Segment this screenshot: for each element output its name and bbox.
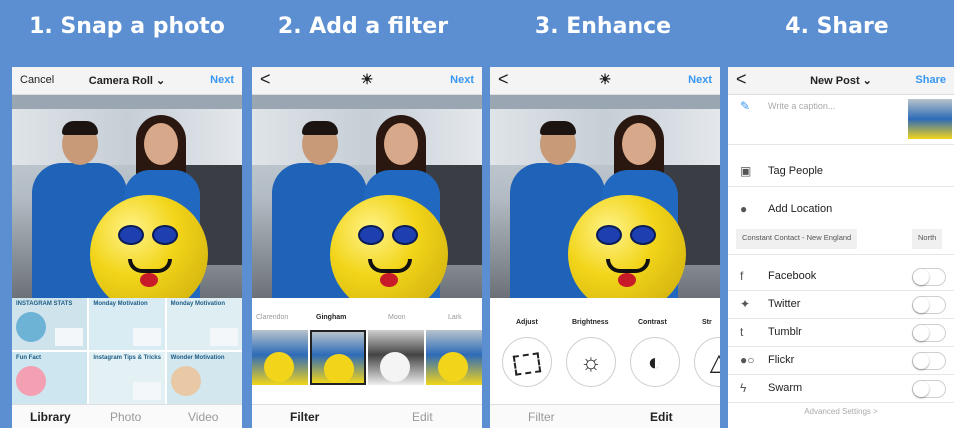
step-title-2: 2. Add a filter [277,14,449,39]
filter-thumbnail[interactable] [426,330,482,385]
tumblr-icon: t [740,325,744,339]
sun-icon: ☼ [580,349,602,376]
filter-name[interactable]: Clarendon [256,314,288,321]
twitter-label: Twitter [768,298,801,310]
share-tumblr-row: t Tumblr [728,319,954,347]
filter-thumbnail[interactable] [368,330,424,385]
facebook-label: Facebook [768,270,817,282]
tab-video[interactable]: Video [188,410,218,424]
filter-name[interactable]: Lark [448,314,462,321]
share-flickr-row: ●○ Flickr [728,347,954,375]
tab-filter[interactable]: Filter [528,410,555,424]
panel-add-filter: < ☀ Next Clarendon Gingham Moon Lark Fil… [252,67,482,428]
share-form: ✎ Write a caption... ▣ Tag People ● Add … [728,95,954,428]
library-thumbnail[interactable]: INSTAGRAM STATS [12,298,88,350]
tab-filter[interactable]: Filter [290,410,319,424]
panel-snap-photo: Cancel Camera Roll ⌄ Next INSTAGRAM STAT… [12,67,242,428]
contrast-icon: ◐ [647,349,663,376]
structure-tool[interactable]: △ [694,337,720,387]
library-grid: INSTAGRAM STATS Monday Motivation Monday… [12,298,242,404]
photo-preview [490,95,720,298]
swarm-icon: ϟ [740,381,747,395]
twitter-icon: ✦ [740,297,751,311]
tag-people-row[interactable]: ▣ Tag People [728,157,954,187]
caption-input[interactable]: Write a caption... [768,101,835,111]
tumblr-label: Tumblr [768,326,802,338]
facebook-icon: f [740,269,744,283]
tool-name-brightness: Brightness [572,319,609,326]
top-bar: < ☀ Next [490,67,720,95]
bottom-tabs: Library Photo Video [12,404,242,428]
step-title-4: 4. Share [785,14,889,39]
brightness-icon[interactable]: ☀ [490,71,720,88]
tool-name-adjust: Adjust [516,319,538,326]
facebook-toggle[interactable] [912,268,946,286]
filter-name[interactable]: Moon [388,314,406,321]
post-thumbnail [908,99,952,139]
filter-thumbnail-selected[interactable] [310,330,366,385]
caption-row: ✎ Write a caption... [728,95,954,145]
tool-name-contrast: Contrast [638,319,667,326]
contrast-tool[interactable]: ◐ [630,337,680,387]
filter-thumbnails [252,330,482,385]
triangle-icon: △ [709,349,720,376]
top-bar: < New Post ⌄ Share [728,67,954,95]
flickr-toggle[interactable] [912,352,946,370]
tag-people-icon: ▣ [740,164,752,178]
add-location-label: Add Location [768,203,833,215]
panel-share: < New Post ⌄ Share ✎ Write a caption... … [728,67,954,428]
tool-names: Adjust Brightness Contrast Str [490,319,720,331]
top-bar: < ☀ Next [252,67,482,95]
next-button[interactable]: Next [210,74,234,86]
tag-people-label: Tag People [768,165,824,177]
library-thumbnail[interactable]: Monday Motivation [89,298,165,350]
adjust-icon [512,351,542,376]
advanced-settings-link[interactable]: Advanced Settings > [728,407,954,416]
tab-library[interactable]: Library [30,410,71,424]
filter-name-selected[interactable]: Gingham [316,314,346,321]
share-facebook-row: f Facebook [728,263,954,291]
add-location-row[interactable]: ● Add Location [728,195,954,225]
twitter-toggle[interactable] [912,296,946,314]
filter-names: Clarendon Gingham Moon Lark [252,311,482,325]
flickr-label: Flickr [768,354,795,366]
step-title-3: 3. Enhance [534,14,672,39]
tab-photo[interactable]: Photo [110,410,141,424]
swarm-toggle[interactable] [912,380,946,398]
brightness-icon[interactable]: ☀ [252,71,482,88]
next-button[interactable]: Next [688,74,712,86]
location-suggestions: Constant Contact - New England North [728,223,954,255]
share-twitter-row: ✦ Twitter [728,291,954,319]
library-thumbnail[interactable]: Fun Fact [12,352,88,404]
tab-edit[interactable]: Edit [412,410,433,424]
tumblr-toggle[interactable] [912,324,946,342]
top-bar: Cancel Camera Roll ⌄ Next [12,67,242,95]
tab-edit[interactable]: Edit [650,410,673,424]
share-button[interactable]: Share [915,74,946,86]
library-thumbnail[interactable]: Wonder Motivation [166,352,242,404]
share-swarm-row: ϟ Swarm [728,375,954,403]
caption-icon: ✎ [740,99,751,113]
step-title-1: 1. Snap a photo [29,14,225,39]
location-pin-icon: ● [740,202,748,216]
library-thumbnail[interactable]: Monday Motivation [166,298,242,350]
adjust-tool[interactable] [502,337,552,387]
next-button[interactable]: Next [450,74,474,86]
photo-preview [12,95,242,298]
brightness-tool[interactable]: ☼ [566,337,616,387]
location-chip[interactable]: North [912,229,943,249]
camera-roll-dropdown[interactable]: Camera Roll ⌄ [12,74,242,87]
photo-preview [252,95,482,298]
library-thumbnail[interactable]: Instagram Tips & Tricks [89,352,165,404]
swarm-label: Swarm [768,382,803,394]
bottom-tabs: Filter Edit [252,404,482,428]
panel-enhance: < ☀ Next Adjust Brightness Contrast Str … [490,67,720,428]
flickr-icon: ●○ [740,353,755,367]
tool-name-structure: Str [702,319,712,326]
bottom-tabs: Filter Edit [490,404,720,428]
location-chip[interactable]: Constant Contact - New England [736,229,858,249]
filter-thumbnail[interactable] [252,330,308,385]
